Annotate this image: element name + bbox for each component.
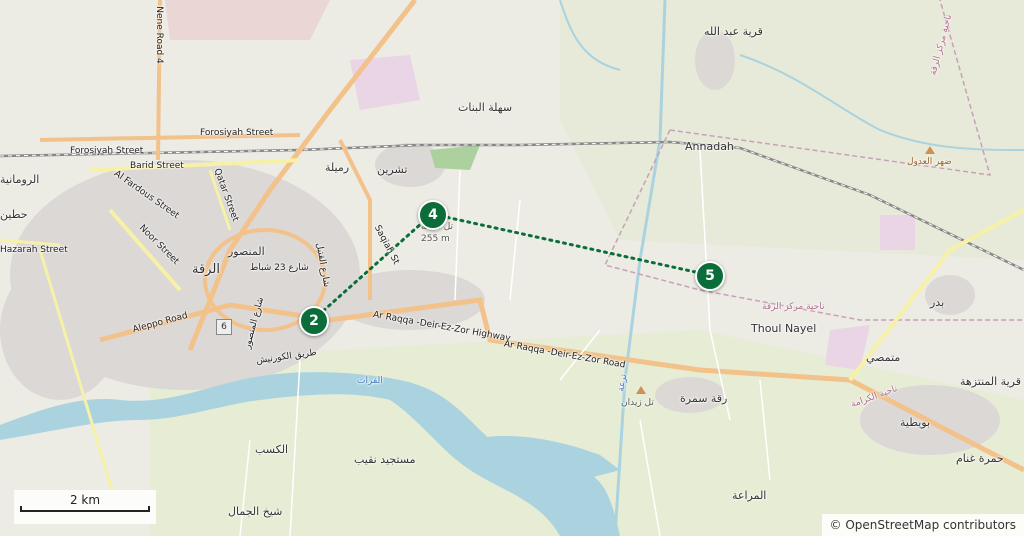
place-label-raqqa-samra: رقة سمرة: [680, 392, 728, 405]
place-label-mtmsi: متمصي: [866, 351, 901, 364]
place-label-annadah: Annadah: [685, 140, 734, 153]
place-label-tal-zaydan: تل زيدان: [621, 398, 654, 408]
place-label-maraa: المراعة: [732, 489, 767, 502]
scale-bar: 2 km: [14, 490, 156, 524]
place-label-sahlat-al-banat: سهلة البنات: [458, 101, 513, 114]
road-label-nene: Nene Road 4: [153, 6, 164, 64]
attribution[interactable]: © OpenStreetMap contributors: [821, 514, 1024, 536]
place-label-rumaila: رميلة: [325, 161, 350, 174]
place-label-qaryat-abdullah: قرية عبد الله: [704, 25, 763, 38]
road-label-barid: Barid Street: [130, 161, 184, 171]
place-label-sheikh-jamal: شيخ الجمال: [228, 505, 283, 518]
map-view[interactable]: الرقة المنصور رميلة تشرين سهلة البنات قر…: [0, 0, 1024, 536]
road-shield: 6: [216, 319, 232, 335]
place-label-mansour: المنصور: [228, 245, 265, 258]
place-label-buwaytiya: بويطية: [900, 416, 931, 429]
place-label-hamrat-ghannam: حمرة غنام: [956, 452, 1004, 465]
place-label-romania: الرومانية: [0, 173, 40, 186]
place-label-hatin: حطين: [0, 208, 28, 221]
route-marker-2[interactable]: 2: [299, 306, 329, 336]
admin-label-markaz-raqqa: ناحية مركز الرقة: [762, 302, 825, 312]
place-label-tishreen: تشرين: [377, 163, 408, 176]
river-label-euphrates: الفرات: [357, 376, 383, 386]
route-marker-4[interactable]: 4: [418, 200, 448, 230]
scale-label: 2 km: [69, 493, 101, 507]
elevation-label: 255 m: [421, 234, 450, 244]
place-label-dhahr-al-adoul: ضهر العدول: [907, 157, 952, 167]
road-label-forosiyah-2: Forosiyah Street: [70, 146, 144, 156]
road-label-street-23: شارع 23 شباط: [250, 263, 309, 273]
route-marker-5[interactable]: 5: [695, 261, 725, 291]
road-label-hazarah: Hazarah Street: [0, 245, 68, 255]
place-label-qaryat-al-muntazah: قرية المنتزهة: [960, 375, 1021, 388]
place-label-kasb: الكسب: [255, 443, 289, 456]
scale-bar-line: [20, 506, 150, 512]
map-base-layer: [0, 0, 1024, 536]
place-label-badr: بدر: [930, 296, 945, 309]
road-label-forosiyah: Forosiyah Street: [200, 128, 274, 138]
place-label-raqqa: الرقة: [192, 262, 220, 277]
place-label-thoul-nayel: Thoul Nayel: [751, 322, 817, 335]
place-label-mustajid-naqib: مستجيد نقيب: [354, 453, 416, 466]
